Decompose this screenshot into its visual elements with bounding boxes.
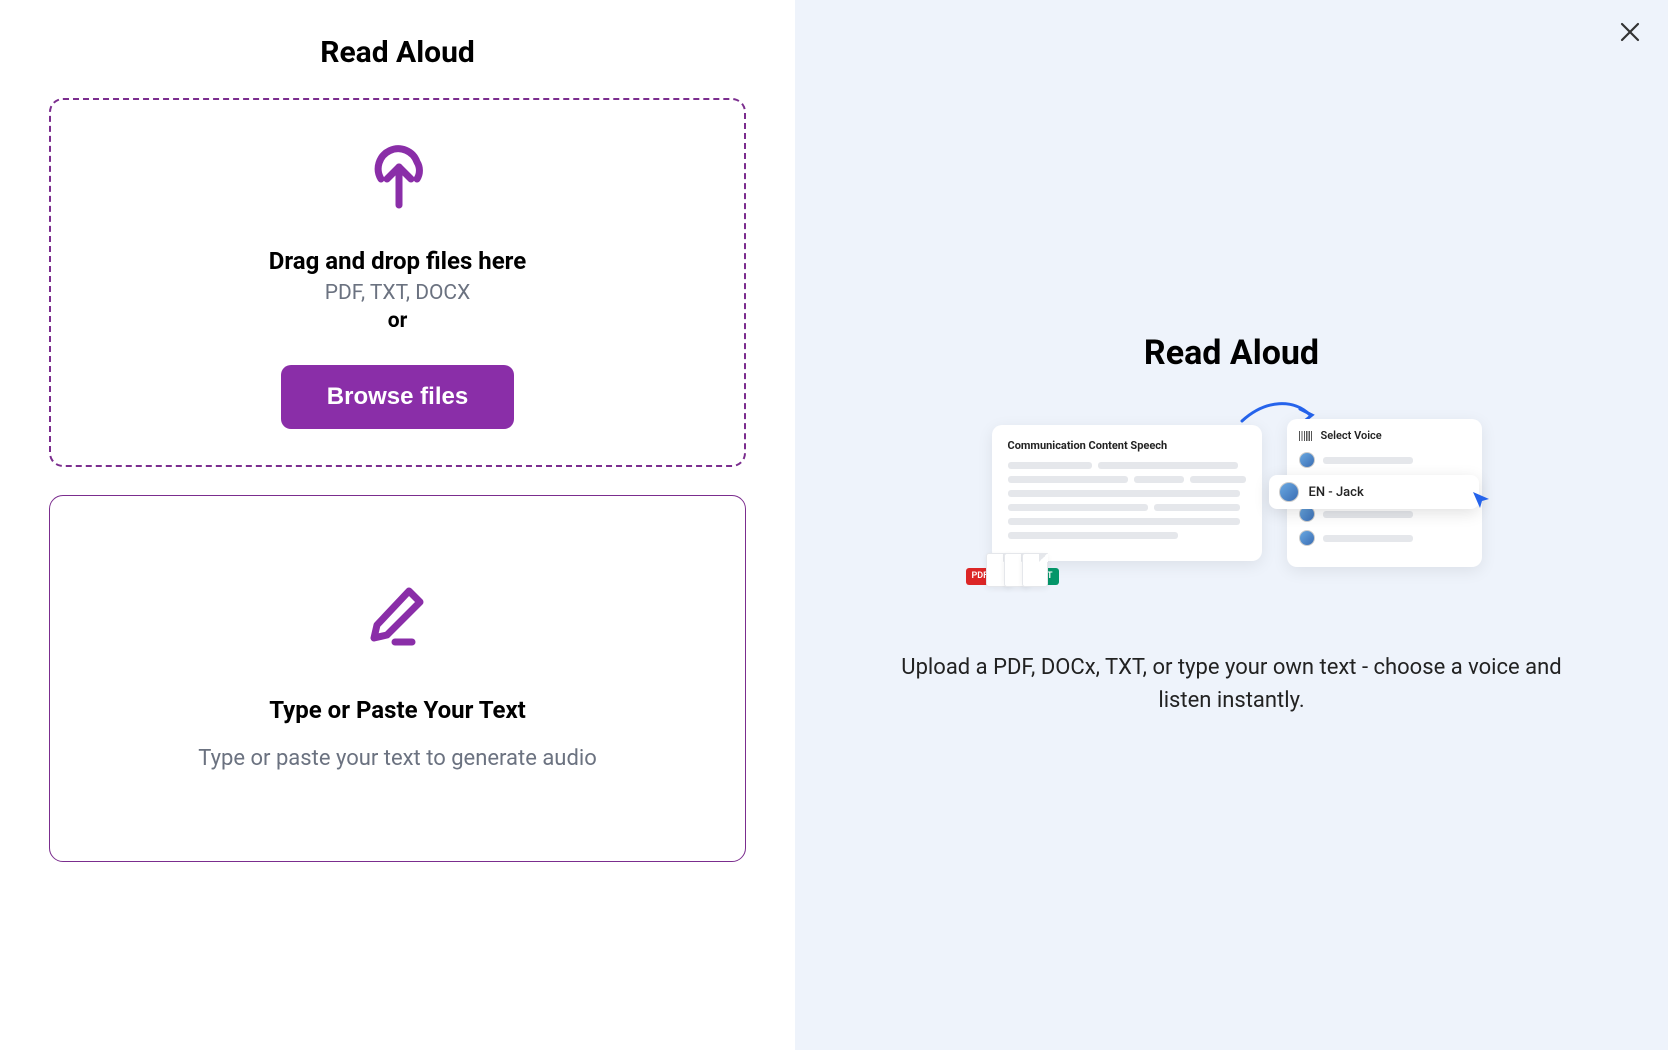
close-button[interactable] (1614, 18, 1646, 50)
info-panel: Read Aloud Communication Content Speech (795, 0, 1668, 1050)
text-input-sub: Type or paste your text to generate audi… (198, 746, 597, 771)
sound-wave-icon (1299, 431, 1313, 441)
avatar (1279, 482, 1299, 502)
file-dropzone[interactable]: Drag and drop files here PDF, TXT, DOCX … (49, 98, 746, 467)
avatar (1299, 452, 1315, 468)
illus-doc-title: Communication Content Speech (1008, 439, 1246, 452)
illus-selected-voice: EN - Jack (1269, 475, 1479, 509)
info-description: Upload a PDF, DOCx, TXT, or type your ow… (875, 651, 1588, 717)
pencil-icon (362, 580, 434, 656)
illus-document-card: Communication Content Speech (992, 425, 1262, 561)
info-title: Read Aloud (1144, 333, 1319, 373)
illus-file-badges: PDF Doc TXT (966, 553, 1048, 581)
browse-files-button[interactable]: Browse files (281, 365, 514, 429)
text-input-card[interactable]: Type or Paste Your Text Type or paste yo… (49, 495, 746, 862)
text-input-heading: Type or Paste Your Text (269, 696, 526, 724)
cloud-upload-icon (357, 135, 439, 217)
selected-voice-label: EN - Jack (1309, 485, 1364, 500)
illus-voice-panel: Select Voice EN - Jack (1287, 419, 1482, 567)
illus-text-lines (1008, 462, 1246, 539)
page-title: Read Aloud (49, 35, 746, 70)
avatar (1299, 530, 1315, 546)
dropzone-formats: PDF, TXT, DOCX (325, 281, 471, 305)
cursor-icon (1470, 489, 1492, 515)
left-panel: Read Aloud Drag and drop files here PDF,… (0, 0, 795, 1050)
dropzone-heading: Drag and drop files here (269, 247, 526, 275)
dropzone-or: or (388, 309, 408, 333)
feature-illustration: Communication Content Speech PDF Doc TXT (982, 419, 1482, 599)
voice-header-label: Select Voice (1321, 429, 1382, 442)
close-icon (1619, 21, 1641, 47)
